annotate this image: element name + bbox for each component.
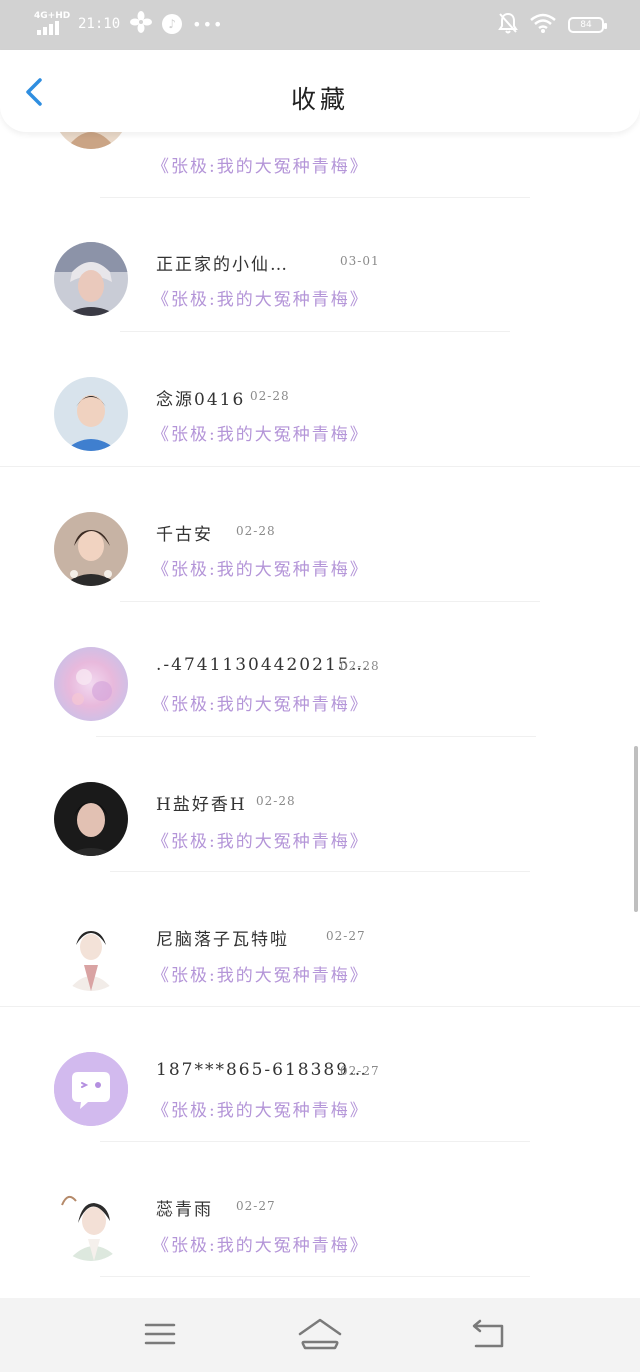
list-item[interactable]: 念源0416 02-28 《张极:我的大冤种青梅》 [0,365,640,500]
entry-date: 03-01 [340,254,380,268]
scrollbar[interactable] [634,746,638,912]
entry-date: 02-27 [236,1199,276,1213]
status-bar: 4G+HD 21:10 ♪ ••• 84 [0,0,640,50]
list-item[interactable]: .-47411304420215… 02-28 《张极:我的大冤种青梅》 [0,635,640,770]
entry-date: 02-28 [256,794,296,808]
fan-icon [130,11,153,37]
entry-title: 《张极:我的大冤种青梅》 [152,290,369,310]
list-item[interactable]: 千古安 02-28 《张极:我的大冤种青梅》 [0,500,640,635]
entry-title: 《张极:我的大冤种青梅》 [152,695,369,715]
user-name: .-47411304420215… [156,655,370,675]
entry-title: 《张极:我的大冤种青梅》 [152,832,369,852]
avatar [54,917,128,991]
battery-icon: 84 [568,17,607,33]
more-dots-icon: ••• [192,14,224,34]
home-icon [298,1318,342,1350]
battery-level: 84 [580,20,592,30]
entry-title: 《张极:我的大冤种青梅》 [152,157,369,177]
home-button[interactable] [298,1316,342,1352]
divider [0,1006,640,1007]
entry-date: 02-28 [250,389,290,403]
favorites-list: 《张极:我的大冤种青梅》 正正家的小仙… 03-01 《张极:我的大冤种青梅》 [0,132,640,1298]
music-icon: ♪ [162,14,183,34]
entry-date: 02-28 [236,524,276,538]
entry-title: 《张极:我的大冤种青梅》 [152,560,369,580]
header: 收藏 [0,50,640,132]
list-item[interactable]: H盐好香H 02-28 《张极:我的大冤种青梅》 [0,770,640,905]
avatar [54,377,128,451]
entry-date: 02-27 [326,929,366,943]
divider [96,736,536,737]
list-item[interactable]: 蕊青雨 02-27 《张极:我的大冤种青梅》 [0,1175,640,1298]
entry-title: 《张极:我的大冤种青梅》 [152,425,369,445]
list-item[interactable]: 尼脑落子瓦特啦 02-27 《张极:我的大冤种青梅》 [0,905,640,1040]
entry-date: 02-27 [340,1064,380,1078]
divider [100,197,530,198]
user-name: 尼脑落子瓦特啦 [156,930,289,950]
network-type: 4G+HD [34,11,71,21]
divider [120,601,540,602]
user-name: 正正家的小仙… [156,255,289,275]
entry-title: 《张极:我的大冤种青梅》 [152,1101,369,1121]
avatar [54,242,128,316]
divider [120,331,510,332]
nav-bar [0,1298,640,1372]
page-title: 收藏 [290,85,349,114]
avatar [54,782,128,856]
list-item[interactable]: 187***865-618389… 02-27 《张极:我的大冤种青梅》 [0,1040,640,1175]
back-nav-button[interactable] [466,1316,510,1352]
user-name: 念源0416 [156,390,246,410]
user-name: 千古安 [156,525,213,545]
list-item[interactable]: 《张极:我的大冤种青梅》 [0,132,640,230]
screen: 4G+HD 21:10 ♪ ••• 84 收藏 《张极:我的大冤种青梅》 正正家… [0,0,640,1372]
user-name: 蕊青雨 [156,1200,213,1220]
entry-date: 02-28 [340,659,380,673]
status-left: 4G+HD 21:10 ♪ ••• [34,10,223,38]
list-item[interactable]: 正正家的小仙… 03-01 《张极:我的大冤种青梅》 [0,230,640,365]
back-icon [472,1319,504,1348]
wifi-icon [530,13,556,37]
chat-bubble-icon [54,1052,128,1126]
entry-title: 《张极:我的大冤种青梅》 [152,966,369,986]
avatar [54,1052,128,1126]
menu-icon [144,1323,176,1345]
status-time: 21:10 [78,16,121,32]
avatar [54,647,128,721]
divider [100,1276,530,1277]
avatar [54,1187,128,1261]
divider [110,871,530,872]
user-name: 187***865-618389… [156,1060,369,1080]
status-right: 84 [498,12,607,38]
signal-icon: 4G+HD [34,11,71,37]
divider [100,1141,530,1142]
avatar [54,512,128,586]
menu-button[interactable] [138,1316,182,1352]
entry-title: 《张极:我的大冤种青梅》 [152,1236,369,1256]
mute-icon [498,12,518,38]
user-name: H盐好香H [156,795,247,815]
avatar [54,132,128,149]
divider [0,466,640,467]
